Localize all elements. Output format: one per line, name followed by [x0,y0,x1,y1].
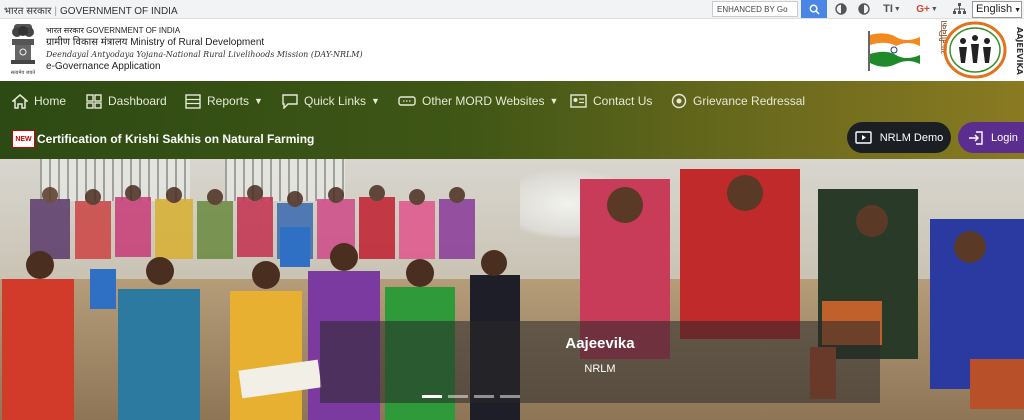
chevron-down-icon: ▼ [1014,7,1022,14]
app-name: e-Governance Application [46,61,161,72]
nav-other-mord-websites[interactable]: Other MORD Websites ▼ [398,91,558,111]
network-icon [952,3,966,14]
ministry-hindi: ग्रामीण विकास मंत्रालय [46,37,128,48]
contrast-icon [858,3,870,15]
sitemap-button[interactable] [834,2,848,16]
nav-dashboard[interactable]: Dashboard [86,91,167,111]
language-select[interactable]: English ▼ [972,1,1022,18]
grievance-icon [671,93,687,109]
new-badge: NEW [12,130,35,148]
divider: | [54,6,58,17]
social-share-button[interactable]: G+ ▼ [915,2,939,16]
nav-label: Other MORD Websites [422,94,545,108]
announcement-text: Certification of Krishi Sakhis on Natura… [37,132,315,146]
video-icon [855,131,872,144]
carousel-dot[interactable] [474,395,494,398]
language-value: English [976,3,1013,15]
search-button[interactable] [801,0,827,18]
nav-label: Grievance Redressal [693,94,806,108]
emblem-motto: सत्यमेव जयते [11,69,36,76]
nav-label: Dashboard [108,94,167,108]
chevron-down-icon: ▼ [893,5,901,13]
nav-label: Home [34,94,67,108]
reports-icon [185,93,201,109]
top-utility-bar: भारत सरकार | GOVERNMENT OF INDIA ENHANCED … [0,0,1024,19]
nav-quick-links[interactable]: Quick Links ▼ [282,91,380,111]
login-icon [969,130,983,145]
carousel-dot[interactable] [500,395,520,398]
nav-reports[interactable]: Reports ▼ [185,91,263,111]
site-header: सत्यमेव जयते भारत सरकार GOVERNMENT OF IN… [0,19,1024,81]
mission-name: Deendayal Antyodaya Yojana-National Rura… [46,50,363,59]
header-gov-line: भारत सरकार GOVERNMENT OF INDIA [46,25,363,37]
nav-label: Reports [207,94,250,108]
nav-grievance-redressal[interactable]: Grievance Redressal [671,91,805,111]
text-size-icon: TI [883,3,893,15]
network-button[interactable] [952,2,966,16]
ministry-english: Ministry of Rural Development [130,37,265,48]
home-icon [12,93,28,109]
logo-text-english: AAJEEVIKA [1015,27,1023,76]
demo-label: NRLM Demo [879,131,944,144]
login-button[interactable]: Login [958,122,1024,153]
google-plus-icon: G+ [916,3,930,15]
gov-english: GOVERNMENT OF INDIA [60,6,178,17]
chevron-down-icon: ▼ [930,5,938,13]
header-gov-english: GOVERNMENT OF INDIA [86,26,181,35]
nav-label: Contact Us [593,94,653,108]
dashboard-icon [86,93,102,109]
header-text: भारत सरकार GOVERNMENT OF INDIA ग्रामीण व… [46,25,363,73]
sitemap-icon [835,3,847,15]
slide-subtitle: NRLM [584,363,616,375]
ministry-line: ग्रामीण विकास मंत्रालय Ministry of Rural… [46,37,363,49]
text-size-button[interactable]: TI ▼ [880,2,904,16]
carousel-dot[interactable] [422,395,442,398]
search-icon [809,4,820,15]
login-label: Login [991,131,1018,144]
announcement-link[interactable]: NEW Certification of Krishi Sakhis on Na… [12,129,314,149]
quick-links-icon [282,93,298,109]
chevron-down-icon: ▼ [254,96,263,106]
gov-hindi: भारत सरकार [4,6,52,17]
aajeevika-logo: आजीविका AAJEEVIKA [938,21,1023,79]
nav-home[interactable]: Home [12,91,66,111]
chevron-down-icon: ▼ [549,96,559,106]
chevron-down-icon: ▼ [371,96,380,106]
slide-caption: Aajeevika NRLM [320,321,880,403]
main-navbar: Home Dashboard Reports ▼ Quick Links ▼ O… [0,81,1024,159]
carousel-indicators [422,395,520,398]
gov-label: भारत सरकार | GOVERNMENT OF INDIA [4,3,178,17]
national-emblem-icon: सत्यमेव जयते [11,24,36,76]
nrlm-demo-button[interactable]: NRLM Demo [847,122,951,153]
slide-title: Aajeevika [565,335,635,352]
nav-label: Quick Links [304,94,367,108]
search-input[interactable]: ENHANCED BY Go [712,1,798,17]
carousel-dot[interactable] [448,395,468,398]
contrast-button[interactable] [857,2,871,16]
hero-carousel[interactable]: Aajeevika NRLM [0,159,1024,420]
contact-icon [570,94,587,108]
header-gov-hindi: भारत सरकार [46,26,84,35]
link-icon [398,96,416,106]
nav-contact-us[interactable]: Contact Us [570,91,652,111]
india-flag-icon [868,31,920,71]
